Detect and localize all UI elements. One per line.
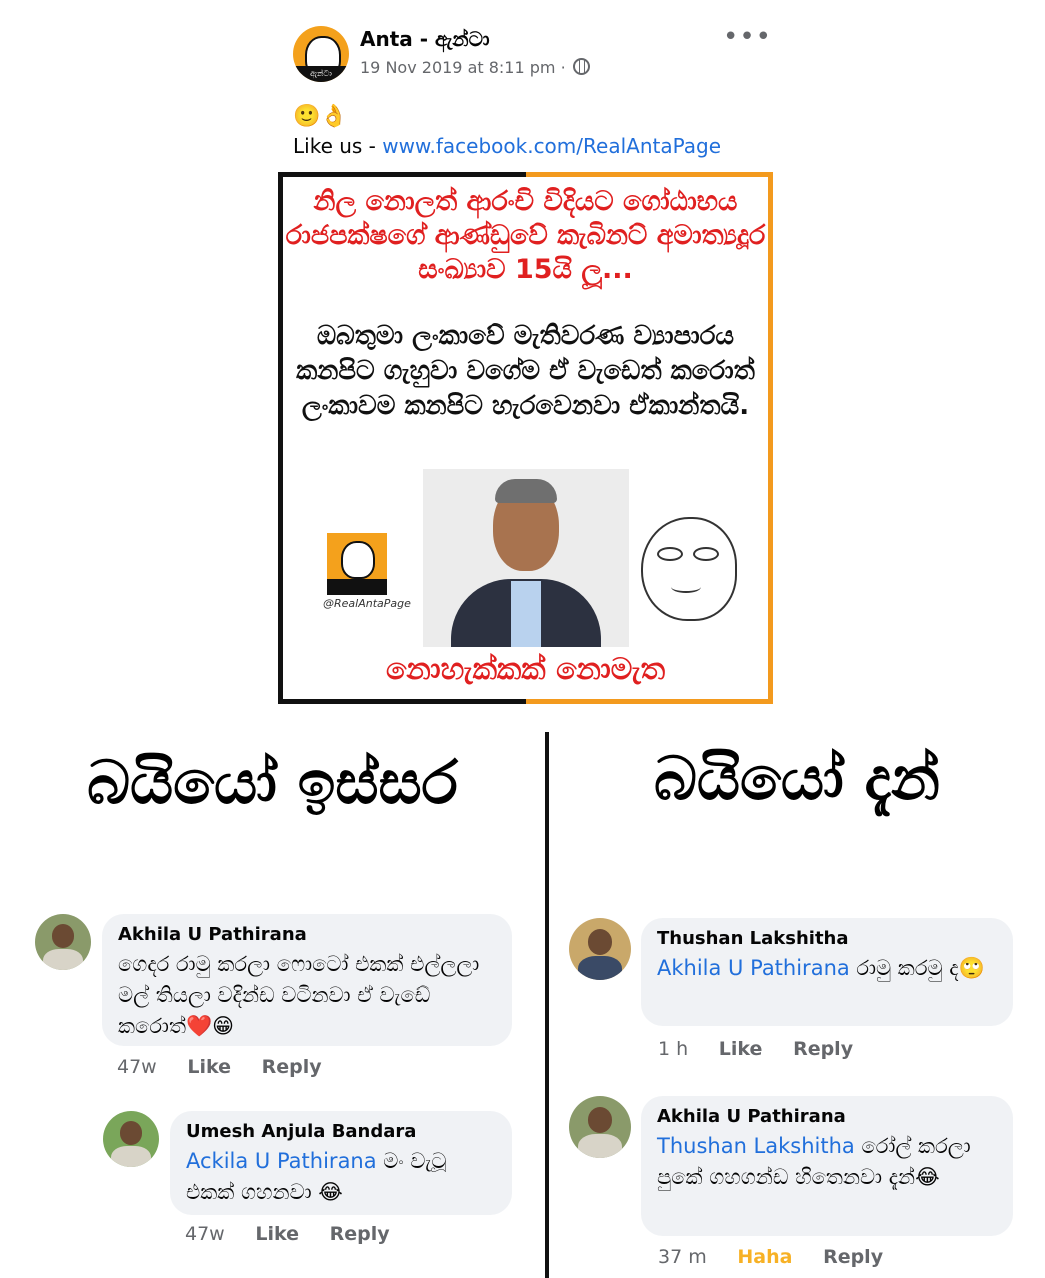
post-caption: Like us - www.facebook.com/RealAntaPage — [293, 134, 721, 158]
comment-bubble: Umesh Anjula Bandara Ackila U Pathirana … — [170, 1111, 512, 1215]
commenter-name[interactable]: Akhila U Pathirana — [118, 924, 496, 945]
meme-face-icon — [341, 541, 375, 579]
like-button[interactable]: Like — [719, 1038, 763, 1060]
comment-mention[interactable]: Ackila U Pathirana — [186, 1149, 377, 1173]
like-prefix: Like us - — [293, 134, 383, 158]
page-link[interactable]: www.facebook.com/RealAntaPage — [382, 134, 721, 158]
post-emojis: 🙂👌 — [293, 104, 348, 129]
comment-actions: 47w Like Reply — [185, 1223, 414, 1245]
comment-mention[interactable]: Akhila U Pathirana — [657, 956, 850, 980]
comment-bubble: Akhila U Pathirana ගෙදර රාමු කරලා ෆොටෝ එ… — [102, 914, 512, 1046]
image-headline: නිල නොලත් ආරංචි විදියට ගෝඨාභය රාජපක්ෂගේ … — [285, 186, 766, 285]
commenter-avatar[interactable] — [569, 1096, 631, 1158]
comment-actions: 37 m Haha Reply — [658, 1246, 907, 1268]
comment-text: ගෙදර රාමු කරලා ෆොටෝ එකක් එල්ලලා මල් තියල… — [118, 952, 480, 1038]
comment-body: රාමු කරමු ද🙄 — [849, 956, 985, 980]
challenge-accepted-face-icon — [641, 517, 737, 621]
like-button[interactable]: Like — [187, 1056, 231, 1078]
comment-text: Akhila U Pathirana රාමු කරමු ද🙄 — [657, 956, 985, 980]
comment-text: Thushan Lakshitha රෝල් කරලා පුකේ ගහගන්ඩ … — [657, 1134, 971, 1189]
commenter-avatar[interactable] — [35, 914, 91, 970]
page-name[interactable]: Anta - ඇන්ටා — [360, 27, 490, 51]
reply-button[interactable]: Reply — [793, 1038, 853, 1060]
commenter-name[interactable]: Thushan Lakshitha — [657, 928, 997, 949]
comment-time[interactable]: 47w — [117, 1056, 157, 1078]
like-button[interactable]: Like — [255, 1223, 299, 1245]
globe-icon — [572, 58, 590, 75]
commenter-avatar[interactable] — [103, 1111, 159, 1167]
heading-now: බයියෝ දැන් — [653, 744, 941, 814]
page-avatar[interactable]: ඇන්ටා — [293, 26, 349, 82]
more-options-icon[interactable]: ••• — [723, 22, 772, 52]
politician-photo — [423, 469, 629, 647]
haha-reaction-button[interactable]: Haha — [737, 1246, 792, 1268]
timestamp-text: 19 Nov 2019 at 8:11 pm · — [360, 58, 566, 77]
comment-bubble: Akhila U Pathirana Thushan Lakshitha රෝල… — [641, 1096, 1013, 1236]
commenter-name[interactable]: Akhila U Pathirana — [657, 1106, 997, 1127]
commenter-name[interactable]: Umesh Anjula Bandara — [186, 1121, 496, 1142]
comment-bubble: Thushan Lakshitha Akhila U Pathirana රාම… — [641, 918, 1013, 1026]
comment-mention[interactable]: Thushan Lakshitha — [657, 1134, 855, 1158]
image-footer: නොහැක්කක් නොමැත — [385, 652, 666, 687]
image-body: ඔබතුමා ලංකාවේ මැතිවරණ ව්‍යාපාරය කනපිට ගැ… — [296, 321, 755, 421]
comment-time[interactable]: 47w — [185, 1223, 225, 1245]
comment-time[interactable]: 37 m — [658, 1246, 707, 1268]
avatar-label: ඇන්ටා — [310, 69, 332, 78]
comment-actions: 1 h Like Reply — [658, 1038, 877, 1060]
image-handle: @RealAntaPage — [323, 597, 411, 610]
comment-text: Ackila U Pathirana මං වැටූ එකක් ගහනවා 😂 — [186, 1149, 446, 1204]
post-image[interactable]: නිල නොලත් ආරංචි විදියට ගෝඨාභය රාජපක්ෂගේ … — [278, 172, 773, 704]
reply-button[interactable]: Reply — [330, 1223, 390, 1245]
anta-logo — [327, 533, 387, 595]
comment-actions: 47w Like Reply — [117, 1056, 346, 1078]
post-timestamp[interactable]: 19 Nov 2019 at 8:11 pm · — [360, 58, 590, 77]
reply-button[interactable]: Reply — [262, 1056, 322, 1078]
heading-before: බයියෝ ඉස්සර — [87, 748, 458, 818]
reply-button[interactable]: Reply — [823, 1246, 883, 1268]
commenter-avatar[interactable] — [569, 918, 631, 980]
comment-time[interactable]: 1 h — [658, 1038, 688, 1060]
